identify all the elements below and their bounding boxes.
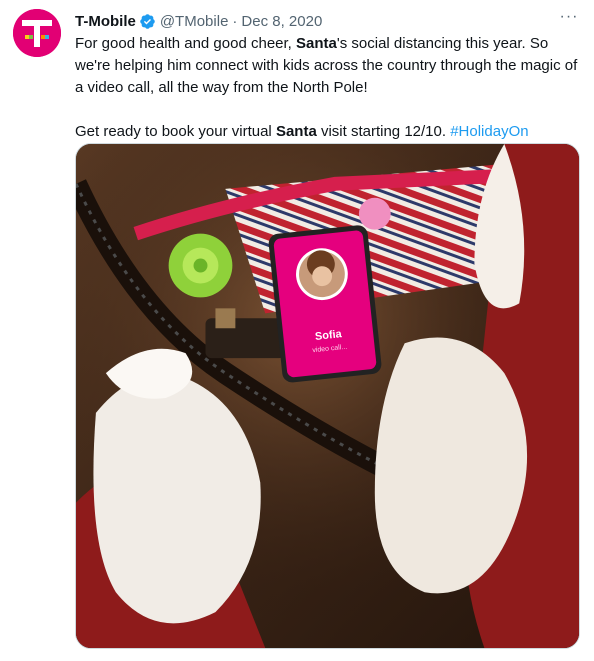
tweet-date[interactable]: Dec 8, 2020	[241, 13, 322, 30]
tweet-paragraph-2: Get ready to book your virtual Santa vis…	[75, 121, 580, 143]
header-separator: ·	[232, 12, 238, 30]
tweet-video[interactable]: Sofia video call...	[75, 143, 580, 649]
bold-text: Santa	[296, 35, 337, 52]
video-frame: Sofia video call...	[76, 144, 579, 648]
verified-badge-icon	[139, 13, 156, 30]
bold-text: Santa	[275, 123, 317, 140]
tweet-header: T-Mobile @TMobile · Dec 8, 2020	[75, 10, 580, 32]
more-options-icon[interactable]: ···	[558, 9, 580, 30]
author-avatar[interactable]	[13, 9, 61, 57]
author-name[interactable]: T-Mobile	[75, 13, 136, 30]
text-span: Get ready to book your virtual	[75, 123, 276, 140]
green-bow	[168, 233, 233, 298]
hashtag-link[interactable]: #HolidayOn	[450, 123, 528, 140]
text-span: visit starting 12/10.	[316, 123, 451, 140]
phone: Sofia video call...	[268, 225, 382, 383]
tweet-paragraph-1: For good health and good cheer, Santa's …	[75, 33, 580, 99]
author-handle[interactable]: @TMobile	[160, 13, 229, 30]
t-mobile-logo-icon	[13, 9, 61, 57]
tweet-text: For good health and good cheer, Santa's …	[75, 33, 580, 143]
tweet-card[interactable]: T-Mobile @TMobile · Dec 8, 2020 ··· For …	[0, 0, 594, 661]
text-span: For good health and good cheer,	[75, 35, 297, 52]
